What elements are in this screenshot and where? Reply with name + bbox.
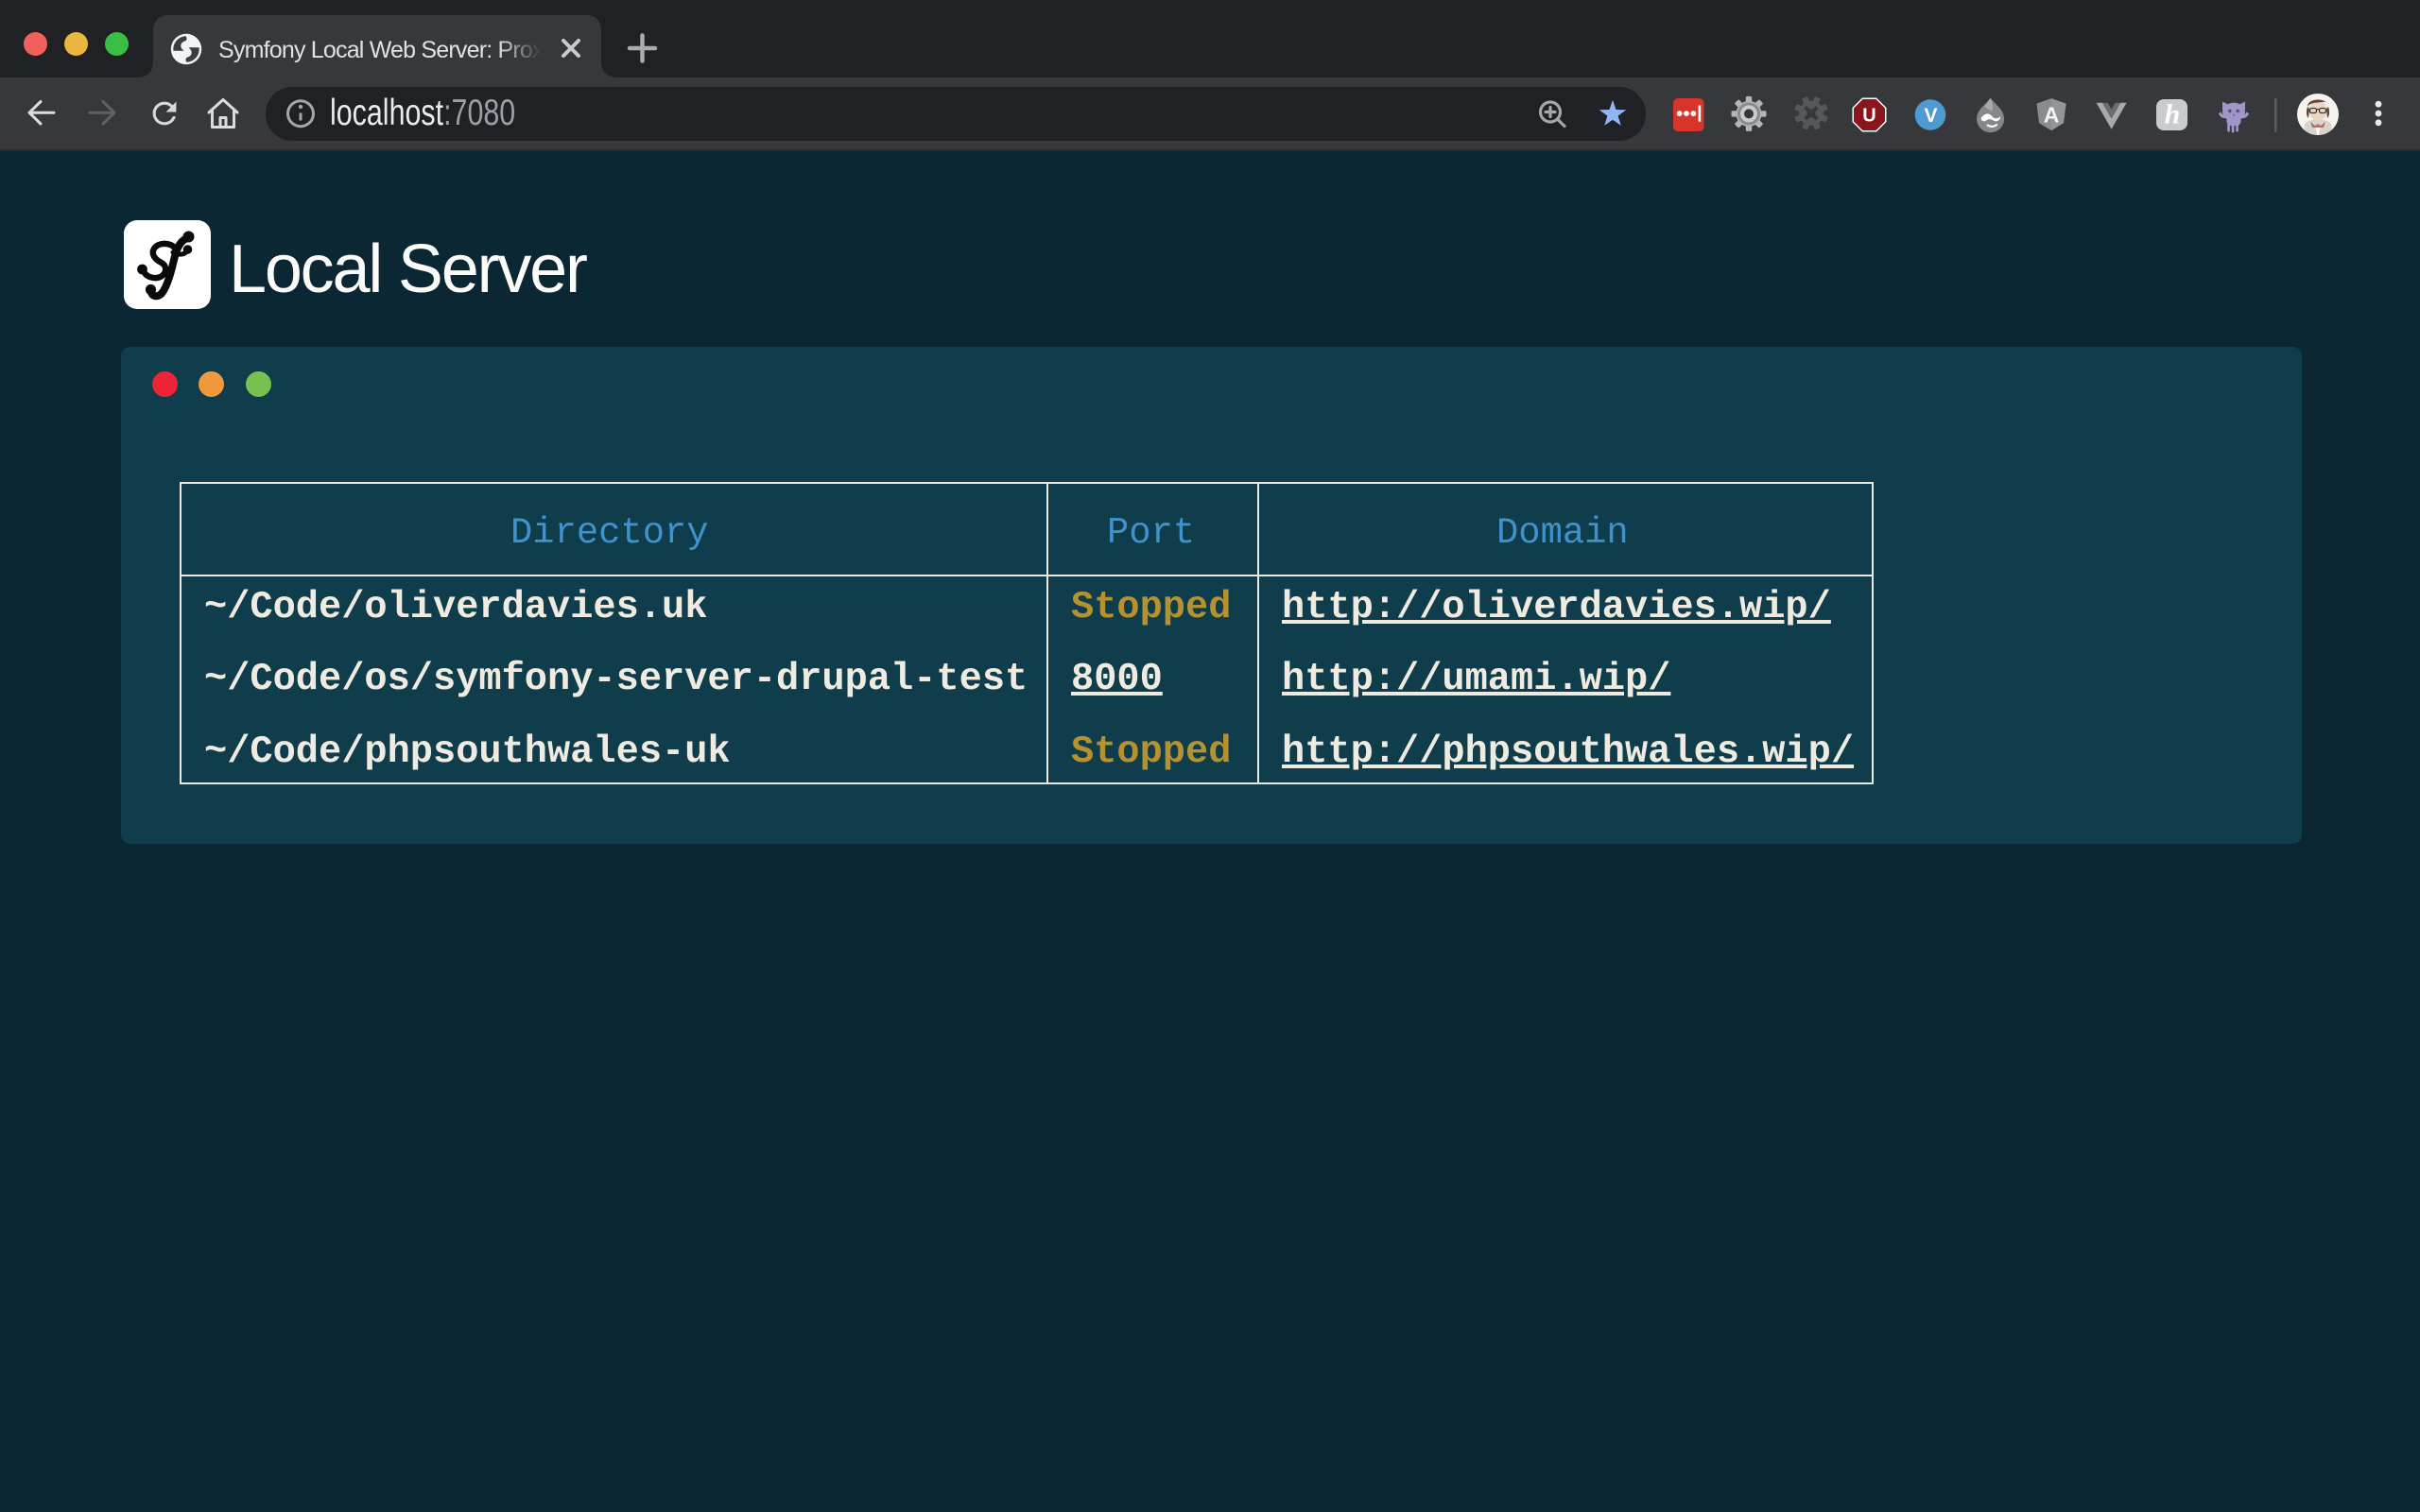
svg-text:U: U [1862, 106, 1876, 127]
svg-text:V: V [1924, 105, 1937, 127]
svg-text:A: A [2044, 103, 2060, 128]
svg-text:h: h [2165, 99, 2181, 130]
